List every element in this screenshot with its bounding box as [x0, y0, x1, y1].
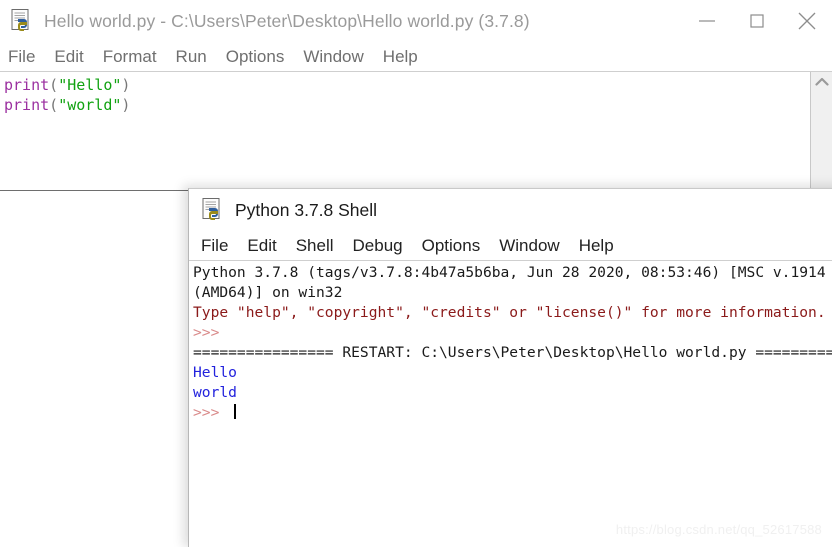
- code-line-1-function: print: [4, 76, 50, 94]
- close-icon: [798, 12, 816, 30]
- editor-menu-window[interactable]: Window: [303, 47, 363, 67]
- shell-titlebar[interactable]: Python 3.7.8 Shell: [189, 189, 832, 231]
- shell-banner-line-1: Python 3.7.8 (tags/v3.7.8:4b47a5b6ba, Ju…: [193, 264, 832, 281]
- shell-menu-options[interactable]: Options: [422, 236, 481, 256]
- shell-body[interactable]: Python 3.7.8 (tags/v3.7.8:4b47a5b6ba, Ju…: [189, 261, 832, 547]
- shell-menu-shell[interactable]: Shell: [296, 236, 334, 256]
- shell-menu-file[interactable]: File: [201, 236, 228, 256]
- editor-window-controls: [682, 0, 832, 42]
- shell-help-line: Type "help", "copyright", "credits" or "…: [193, 304, 826, 321]
- shell-stdout-line-1: Hello: [193, 364, 237, 381]
- shell-output-text[interactable]: Python 3.7.8 (tags/v3.7.8:4b47a5b6ba, Ju…: [193, 263, 832, 423]
- editor-code-area[interactable]: print("Hello") print("world"): [4, 75, 806, 115]
- code-line-2-string: "world": [58, 96, 122, 114]
- code-line-2-open-paren: (: [49, 96, 59, 114]
- shell-prompt-2-line: >>>: [193, 403, 832, 423]
- scroll-up-button[interactable]: [811, 72, 832, 92]
- code-line-1-open-paren: (: [49, 76, 59, 94]
- watermark-text: https://blog.csdn.net/qq_52617588: [615, 522, 822, 537]
- maximize-button[interactable]: [732, 0, 782, 42]
- desktop-root: Hello world.py - C:\Users\Peter\Desktop\…: [0, 0, 832, 547]
- editor-menu-file[interactable]: File: [8, 47, 35, 67]
- idle-editor-window: Hello world.py - C:\Users\Peter\Desktop\…: [0, 0, 832, 191]
- close-button[interactable]: [782, 0, 832, 42]
- editor-menu-help[interactable]: Help: [383, 47, 418, 67]
- editor-body[interactable]: print("Hello") print("world"): [0, 72, 832, 190]
- editor-vertical-scrollbar[interactable]: [810, 72, 832, 190]
- editor-menu-options[interactable]: Options: [226, 47, 285, 67]
- shell-stdout-line-2: world: [193, 384, 237, 401]
- code-line-1-close-paren: ): [121, 76, 131, 94]
- shell-restart-line: ================ RESTART: C:\Users\Peter…: [193, 344, 832, 361]
- code-line-2-close-paren: ): [121, 96, 131, 114]
- shell-menubar: File Edit Shell Debug Options Window Hel…: [189, 231, 832, 261]
- chevron-up-icon: [814, 77, 829, 86]
- shell-menu-edit[interactable]: Edit: [247, 236, 276, 256]
- shell-prompt-2: >>>: [193, 404, 229, 421]
- minimize-button[interactable]: [682, 0, 732, 42]
- code-line-2: print("world"): [4, 95, 806, 115]
- shell-prompt-1: >>>: [193, 324, 229, 341]
- text-cursor: [234, 404, 237, 419]
- python-shell-window: Python 3.7.8 Shell File Edit Shell Debug…: [188, 188, 832, 547]
- editor-menu-edit[interactable]: Edit: [54, 47, 83, 67]
- editor-menu-run[interactable]: Run: [176, 47, 207, 67]
- shell-banner-line-2: (AMD64)] on win32: [193, 284, 343, 301]
- code-line-1-string: "Hello": [58, 76, 122, 94]
- editor-title-text: Hello world.py - C:\Users\Peter\Desktop\…: [44, 10, 530, 31]
- code-line-1: print("Hello"): [4, 75, 806, 95]
- editor-menubar: File Edit Format Run Options Window Help: [0, 42, 832, 72]
- shell-menu-debug[interactable]: Debug: [353, 236, 403, 256]
- maximize-icon: [750, 14, 764, 28]
- minimize-icon: [699, 20, 715, 22]
- editor-titlebar[interactable]: Hello world.py - C:\Users\Peter\Desktop\…: [0, 0, 832, 42]
- code-line-2-function: print: [4, 96, 50, 114]
- shell-menu-window[interactable]: Window: [499, 236, 559, 256]
- shell-menu-help[interactable]: Help: [579, 236, 614, 256]
- editor-menu-format[interactable]: Format: [103, 47, 157, 67]
- python-file-icon: [11, 9, 29, 31]
- python-file-icon: [202, 198, 220, 220]
- shell-title-text: Python 3.7.8 Shell: [235, 199, 378, 220]
